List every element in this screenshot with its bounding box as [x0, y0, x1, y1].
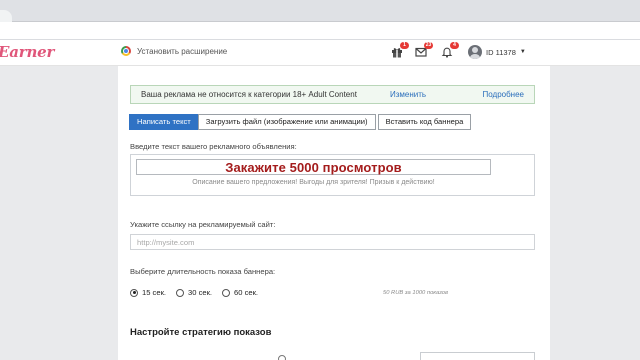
gift-button[interactable]: 1: [390, 42, 409, 59]
notice-change-link[interactable]: Изменить: [390, 90, 426, 99]
tab-insert-banner-code[interactable]: Вставить код баннера: [377, 114, 472, 130]
adult-content-notice: Ваша реклама не относится к категории 18…: [130, 85, 535, 104]
duration-label: Выберите длительность показа баннера:: [130, 267, 276, 276]
gift-badge: 1: [400, 42, 409, 49]
tab-write-text[interactable]: Написать текст: [129, 114, 199, 130]
ad-title-input[interactable]: Закажите 5000 просмотров: [136, 159, 491, 175]
price-note: 50 RUB за 1000 показов: [383, 290, 449, 296]
browser-tab-strip: [0, 0, 640, 22]
duration-options: 15 сек. 30 сек. 60 сек.: [130, 288, 268, 297]
duration-option-30[interactable]: 30 сек.: [176, 288, 212, 297]
notice-text: Ваша реклама не относится к категории 18…: [141, 90, 357, 99]
radio-icon: [222, 288, 231, 297]
ad-type-tabs: Написать текст Загрузить файл (изображен…: [129, 114, 472, 130]
duration-option-60[interactable]: 60 сек.: [222, 288, 258, 297]
ad-text-label: Введите текст вашего рекламного объявлен…: [130, 142, 297, 151]
user-menu[interactable]: ID 11378 ▼: [468, 45, 526, 59]
radio-selected-icon: [130, 288, 138, 297]
mail-badge: 23: [424, 42, 433, 49]
ad-text-editor: Закажите 5000 просмотров Описание вашего…: [130, 154, 535, 196]
chrome-icon: [121, 46, 131, 56]
ad-description-input[interactable]: Описание вашего предложения! Выгоды для …: [136, 179, 491, 186]
install-extension-link[interactable]: Установить расширение: [121, 46, 227, 56]
browser-toolbar: [0, 22, 640, 40]
notice-more-link[interactable]: Подробнее: [483, 90, 525, 99]
notifications-button[interactable]: 4: [440, 42, 459, 59]
strategy-select[interactable]: [420, 352, 535, 360]
duration-option-label: 60 сек.: [234, 288, 259, 297]
user-id: ID 11378: [486, 47, 516, 57]
avatar: [468, 45, 482, 59]
site-logo[interactable]: Earner: [0, 43, 54, 61]
radio-icon[interactable]: [278, 355, 286, 360]
ad-title-text: Закажите 5000 просмотров: [225, 159, 402, 175]
radio-icon: [176, 288, 185, 297]
site-header: Earner Установить расширение 1 23 4 ID 1…: [0, 40, 640, 66]
duration-option-label: 30 сек.: [188, 288, 213, 297]
duration-option-label: 15 сек.: [142, 288, 167, 297]
messages-button[interactable]: 23: [414, 42, 433, 59]
url-label: Укажите ссылку на рекламируемый сайт:: [130, 220, 276, 229]
bell-badge: 4: [450, 42, 459, 49]
tab-upload-file[interactable]: Загрузить файл (изображение или анимации…: [197, 114, 376, 130]
install-extension-label: Установить расширение: [137, 46, 228, 56]
strategy-heading: Настройте стратегию показов: [130, 327, 272, 338]
ad-creation-panel: Ваша реклама не относится к категории 18…: [118, 66, 550, 360]
url-input[interactable]: [130, 234, 535, 250]
chevron-down-icon: ▼: [519, 49, 526, 55]
duration-option-15[interactable]: 15 сек.: [130, 288, 166, 297]
browser-tab-edge: [0, 10, 12, 22]
